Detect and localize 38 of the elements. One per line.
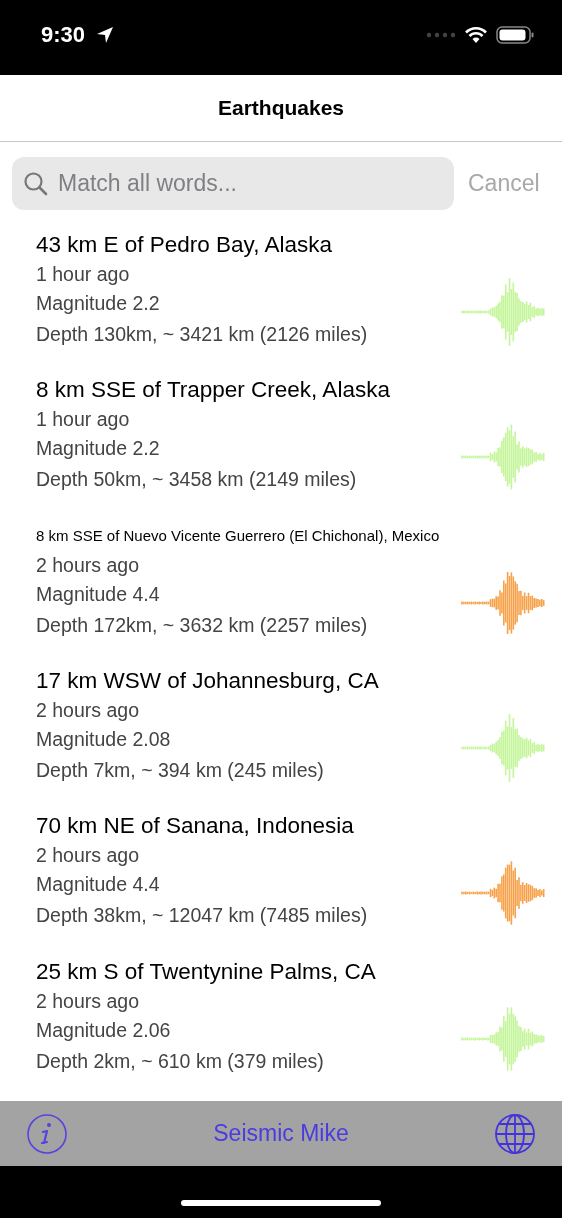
magnitude-text: Magnitude 4.4 [36, 872, 161, 898]
location-title: 43 km E of Pedro Bay, Alaska [36, 231, 333, 259]
magnitude-text: Magnitude 2.2 [36, 291, 161, 316]
depth-text: Depth 172km, ~ 3632 km (2257 miles) [36, 612, 369, 638]
time-ago: 2 hours ago [36, 843, 140, 869]
magnitude-text: Magnitude 4.4 [36, 581, 161, 607]
globe-icon [494, 1112, 536, 1155]
location-arrow-icon [95, 24, 116, 45]
depth-text: Depth 130km, ~ 3421 km (2126 miles) [36, 322, 369, 347]
depth-text: Depth 38km, ~ 12047 km (7485 miles) [36, 903, 369, 929]
signal-dots-icon [426, 31, 456, 38]
time-ago: 2 hours ago [36, 552, 140, 578]
search-field[interactable]: Match all words... [12, 157, 454, 210]
time-ago: 2 hours ago [36, 988, 140, 1014]
clock: 9:30 [41, 21, 86, 48]
search-icon [23, 171, 49, 197]
depth-text: Depth 7km, ~ 394 km (245 miles) [36, 758, 325, 783]
globe-button[interactable] [494, 1112, 536, 1155]
location-title: 17 km WSW of Johannesburg, CA [36, 667, 380, 695]
location-title: 8 km SSE of Trapper Creek, Alaska [36, 376, 391, 405]
time-ago: 2 hours ago [36, 698, 140, 723]
battery-icon [496, 24, 536, 45]
time-ago: 1 hour ago [36, 262, 131, 287]
location-title: 25 km S of Twentynine Palms, CA [36, 957, 377, 986]
app-title: Seismic Mike [213, 1120, 349, 1147]
wifi-icon [464, 25, 488, 44]
cancel-button[interactable]: Cancel [468, 170, 540, 197]
magnitude-text: Magnitude 2.2 [36, 436, 161, 462]
screen-title: Earthquakes [217, 96, 345, 120]
depth-text: Depth 2km, ~ 610 km (379 miles) [36, 1048, 325, 1074]
magnitude-text: Magnitude 2.08 [36, 727, 172, 752]
location-title: 8 km SSE of Nuevo Vicente Guerrero (El Chichonal), Mexico [36, 525, 441, 546]
info-button[interactable] [26, 1112, 68, 1155]
info-icon [26, 1112, 68, 1155]
depth-text: Depth 50km, ~ 3458 km (2149 miles) [36, 467, 358, 493]
time-ago: 1 hour ago [36, 407, 131, 433]
magnitude-text: Magnitude 2.06 [36, 1017, 172, 1043]
location-title: 70 km NE of Sanana, Indonesia [36, 812, 355, 841]
